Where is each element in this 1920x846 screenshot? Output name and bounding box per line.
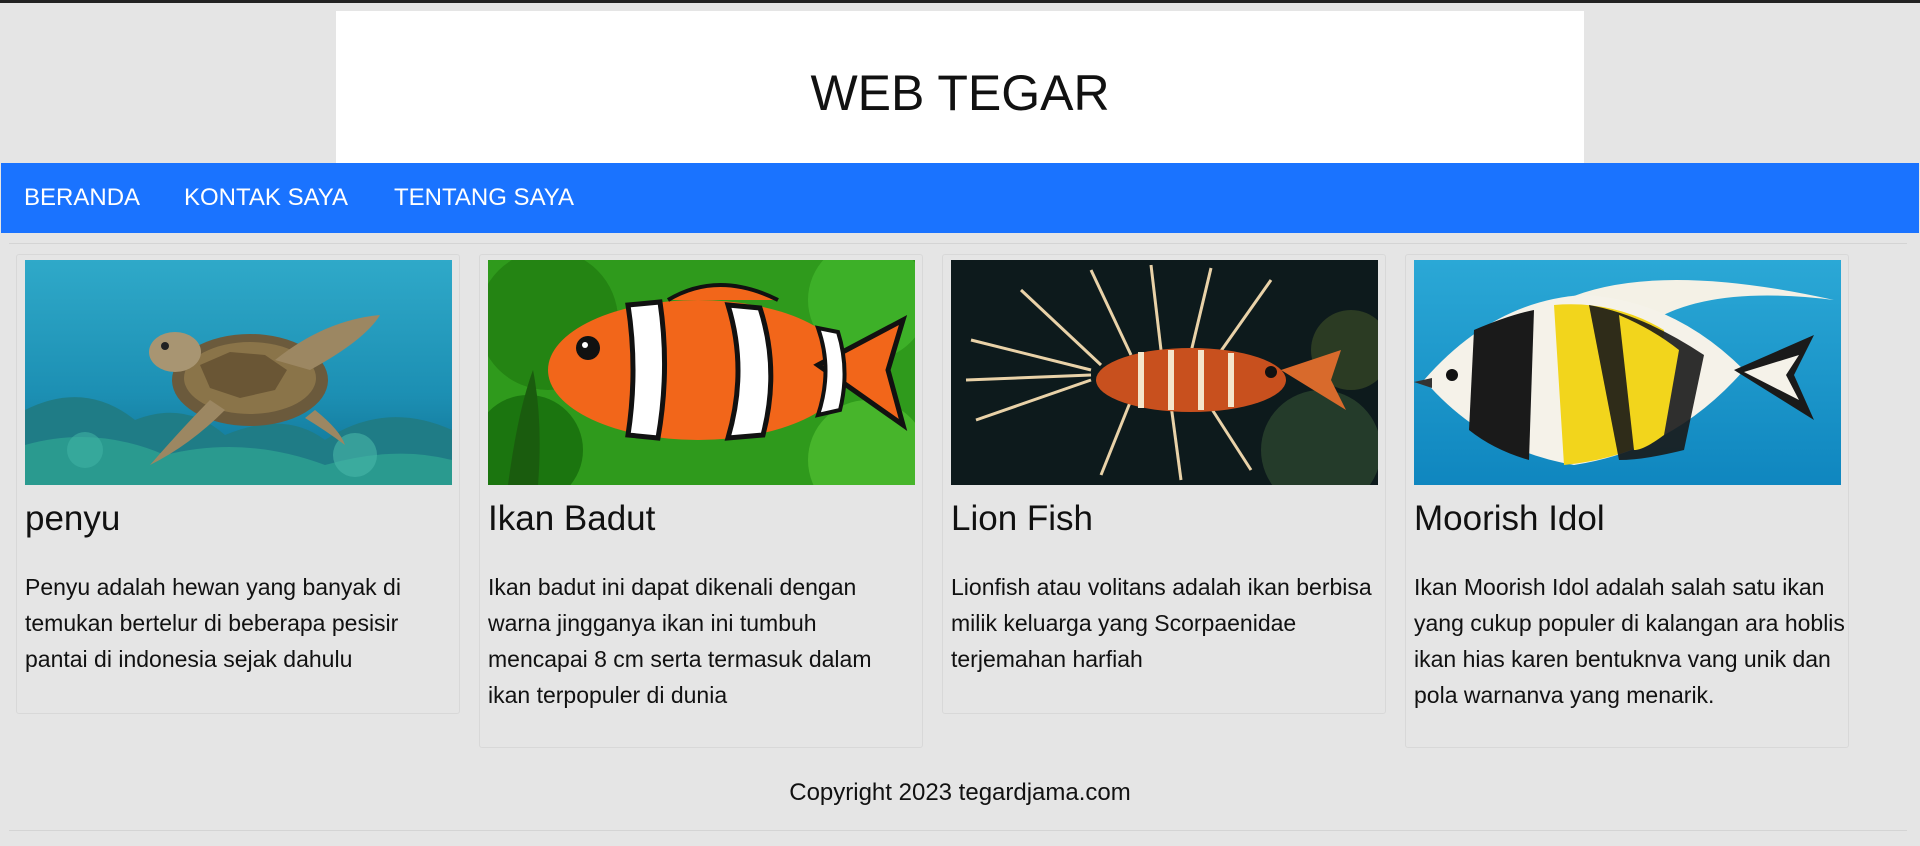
card-moorish-idol: Moorish Idol Ikan Moorish Idol adalah sa… bbox=[1405, 254, 1849, 748]
card-title: Ikan Badut bbox=[488, 499, 656, 538]
card-title: Lion Fish bbox=[951, 499, 1094, 538]
sea-turtle-image bbox=[25, 260, 452, 485]
moorish-idol-image bbox=[1414, 260, 1841, 485]
lionfish-image bbox=[951, 260, 1378, 485]
clownfish-image bbox=[488, 260, 915, 485]
site-header: WEB TEGAR bbox=[336, 11, 1584, 163]
nav-link-beranda[interactable]: BERANDA bbox=[24, 163, 140, 233]
nav-link-tentang-saya[interactable]: TENTANG SAYA bbox=[394, 163, 574, 233]
footer-divider bbox=[9, 830, 1907, 831]
card-title: penyu bbox=[25, 499, 121, 538]
card-description: Ikan Moorish Idol adalah salah satu ikan… bbox=[1414, 574, 1845, 708]
card-description: Penyu adalah hewan yang banyak di temuka… bbox=[25, 574, 401, 672]
top-border bbox=[0, 0, 1920, 3]
card-ikan-badut: Ikan Badut Ikan badut ini dapat dikenali… bbox=[479, 254, 923, 748]
site-title: WEB TEGAR bbox=[810, 65, 1110, 121]
card-description: Ikan badut ini dapat dikenali dengan war… bbox=[488, 574, 872, 708]
footer-copyright: Copyright 2023 tegardjama.com bbox=[789, 779, 1131, 806]
nav-link-kontak-saya[interactable]: KONTAK SAYA bbox=[184, 163, 348, 233]
card-description: Lionfish atau volitans adalah ikan berbi… bbox=[951, 574, 1372, 672]
card-penyu: penyu Penyu adalah hewan yang banyak di … bbox=[16, 254, 460, 714]
main-navbar: BERANDA KONTAK SAYA TENTANG SAYA bbox=[1, 163, 1919, 233]
content-divider-top bbox=[9, 243, 1907, 244]
card-lion-fish: Lion Fish Lionfish atau volitans adalah … bbox=[942, 254, 1386, 714]
card-title: Moorish Idol bbox=[1414, 499, 1605, 538]
